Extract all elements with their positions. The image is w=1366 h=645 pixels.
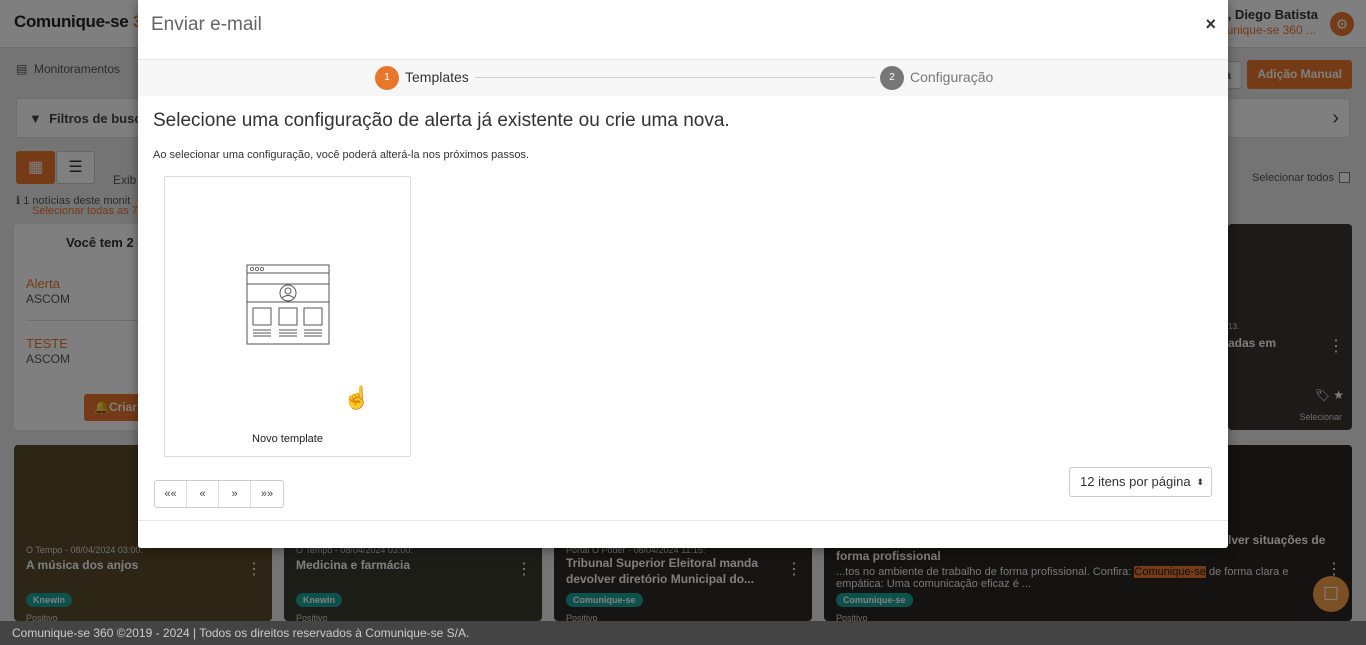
prev-page-button[interactable]: « [187, 481, 219, 507]
hand-cursor-icon: ☝ [343, 385, 371, 410]
send-email-modal: Enviar e-mail × 1 Templates 2 Configuraç… [138, 0, 1228, 548]
modal-heading: Selecione uma configuração de alerta já … [153, 110, 730, 131]
items-per-page-select[interactable]: 12 itens por página ⬍ [1069, 467, 1212, 497]
template-icon [246, 264, 330, 345]
close-icon[interactable]: × [1205, 14, 1216, 35]
step-connector [475, 77, 875, 78]
next-page-button[interactable]: » [219, 481, 251, 507]
modal-subheading: Ao selecionar uma configuração, você pod… [153, 149, 530, 161]
last-page-button[interactable]: »» [251, 481, 283, 507]
step-number: 2 [880, 66, 904, 90]
stepper: 1 Templates 2 Configuração [138, 60, 1228, 96]
modal-title: Enviar e-mail [151, 14, 262, 35]
select-arrows-icon: ⬍ [1196, 477, 1204, 487]
new-template-card[interactable]: ☝ Novo template [164, 176, 411, 457]
step-label: Templates [405, 69, 469, 85]
step-number: 1 [375, 66, 399, 90]
first-page-button[interactable]: «« [155, 481, 187, 507]
modal-header: Enviar e-mail × [138, 0, 1228, 60]
modal-footer [138, 520, 1228, 548]
pagination: «« « » »» [154, 480, 284, 508]
footer: Comunique-se 360 ©2019 - 2024 | Todos os… [0, 621, 1366, 645]
template-label: Novo template [252, 433, 323, 445]
step-label: Configuração [910, 69, 994, 85]
